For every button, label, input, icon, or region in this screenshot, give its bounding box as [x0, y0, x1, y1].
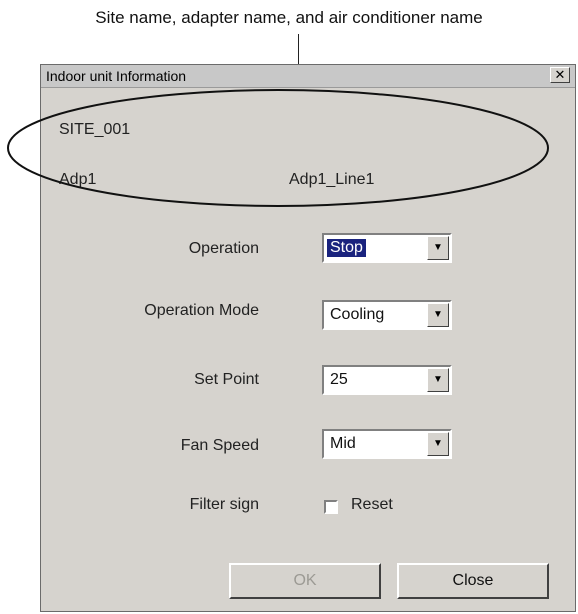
annotation-ellipse	[7, 89, 549, 207]
